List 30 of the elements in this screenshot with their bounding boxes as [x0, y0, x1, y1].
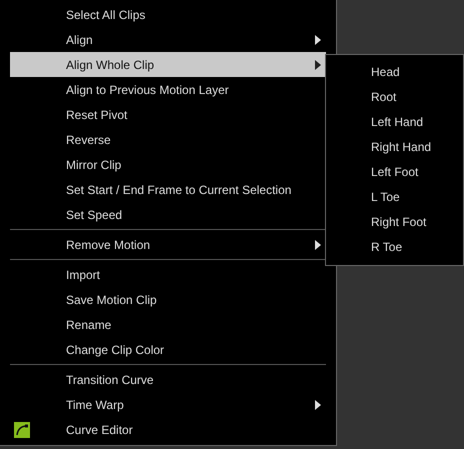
menu-item[interactable]: Select All Clips: [10, 2, 326, 27]
menu-item[interactable]: Reset Pivot: [10, 102, 326, 127]
menu-item[interactable]: Reverse: [10, 127, 326, 152]
arrow-icon: [315, 240, 321, 250]
menu-item[interactable]: Remove Motion: [10, 232, 326, 257]
menu-item[interactable]: Align Whole Clip: [10, 52, 326, 77]
curve-icon: [14, 422, 30, 438]
menu-item[interactable]: Right Foot: [326, 210, 463, 235]
menu-item[interactable]: Save Motion Clip: [10, 287, 326, 312]
menu-item[interactable]: R Toe: [326, 235, 463, 260]
arrow-icon: [315, 34, 321, 44]
menu-item[interactable]: L Toe: [326, 185, 463, 210]
menu-item[interactable]: Set Speed: [10, 202, 326, 227]
menu-item[interactable]: Time Warp: [10, 392, 326, 417]
menu-item[interactable]: Set Start / End Frame to Current Selection: [10, 177, 326, 202]
menu-item[interactable]: Right Hand: [326, 135, 463, 160]
menu-item[interactable]: Root: [326, 85, 463, 110]
menu-item[interactable]: Rename: [10, 312, 326, 337]
menu-item[interactable]: Align to Previous Motion Layer: [10, 77, 326, 102]
menu-item[interactable]: Head: [326, 60, 463, 85]
menu-item[interactable]: Change Clip Color: [10, 337, 326, 362]
arrow-icon: [315, 60, 321, 70]
menu-item[interactable]: Left Hand: [326, 110, 463, 135]
menu-item[interactable]: Transition Curve: [10, 367, 326, 392]
menu-item[interactable]: Mirror Clip: [10, 152, 326, 177]
menu-item[interactable]: Left Foot: [326, 160, 463, 185]
menu-item[interactable]: Import: [10, 262, 326, 287]
menu-item[interactable]: Curve Editor: [10, 417, 326, 442]
menu-item[interactable]: Align: [10, 27, 326, 52]
arrow-icon: [315, 400, 321, 410]
